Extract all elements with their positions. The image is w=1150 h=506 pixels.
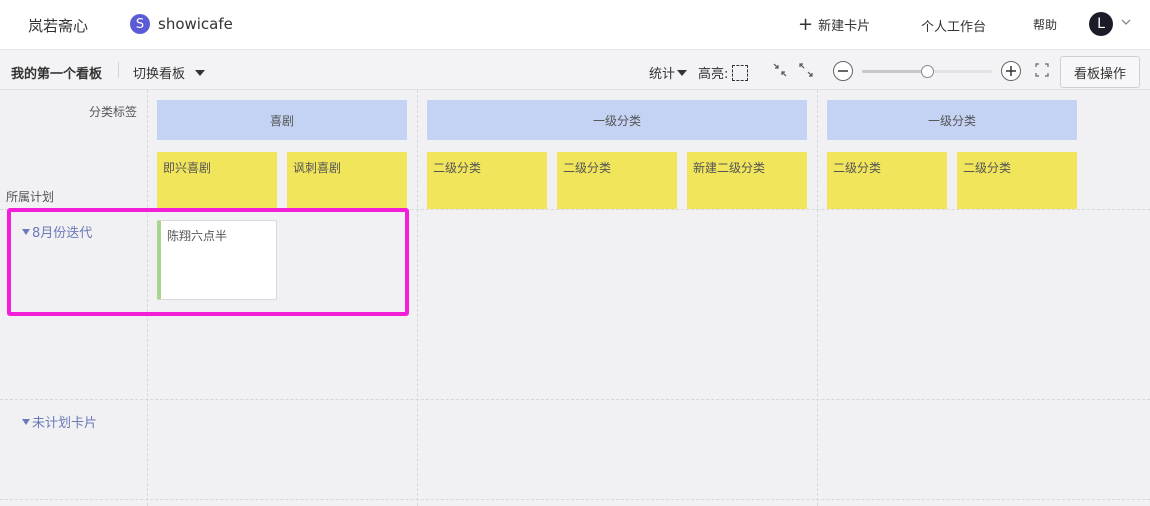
stats-label: 统计 xyxy=(649,67,676,82)
collapse-icon[interactable] xyxy=(773,63,787,77)
level2-category[interactable]: 二级分类 xyxy=(557,152,677,209)
zoom-slider-thumb[interactable] xyxy=(920,65,934,78)
highlight-annotation-box xyxy=(7,208,409,316)
caret-down-icon xyxy=(22,418,30,425)
switch-board-label: 切换看板 xyxy=(133,67,186,82)
level2-category[interactable]: 二级分类 xyxy=(427,152,547,209)
board-title: 我的第一个看板 xyxy=(11,67,103,82)
column-divider xyxy=(817,90,818,506)
level2-category[interactable]: 即兴喜剧 xyxy=(157,152,277,209)
zoom-in-button[interactable] xyxy=(1001,61,1021,81)
plus-icon: + xyxy=(798,13,814,35)
zoom-slider[interactable] xyxy=(862,65,992,78)
plan-header: 所属计划 xyxy=(6,190,55,204)
help-link[interactable]: 帮助 xyxy=(1033,16,1057,33)
team-switcher[interactable]: S showicafe xyxy=(130,14,233,34)
toolbar-divider xyxy=(118,62,119,78)
minus-icon xyxy=(838,70,848,72)
new-card-button[interactable]: + 新建卡片 xyxy=(798,15,870,34)
chevron-down-icon[interactable] xyxy=(1120,17,1132,27)
team-name: showicafe xyxy=(158,15,233,33)
level2-category[interactable]: 二级分类 xyxy=(827,152,947,209)
plus-icon xyxy=(1006,66,1016,76)
column-divider xyxy=(417,90,418,506)
category-header: 分类标签 xyxy=(89,105,138,119)
level2-category[interactable]: 新建二级分类 xyxy=(687,152,807,209)
new-card-label: 新建卡片 xyxy=(818,19,871,34)
highlight-select-icon[interactable] xyxy=(732,64,749,81)
row-divider xyxy=(0,499,1150,500)
unplanned-row-toggle[interactable]: 未计划卡片 xyxy=(22,412,97,431)
caret-down-icon xyxy=(195,69,206,76)
fullscreen-icon[interactable] xyxy=(1035,63,1049,77)
highlight-control[interactable]: 高亮: xyxy=(698,63,749,82)
zoom-slider-fill xyxy=(862,70,927,73)
avatar[interactable]: L xyxy=(1089,12,1113,36)
personal-workspace-link[interactable]: 个人工作台 xyxy=(921,16,986,35)
expand-icon[interactable] xyxy=(799,63,813,77)
board-actions-button[interactable]: 看板操作 xyxy=(1060,56,1140,88)
zoom-out-button[interactable] xyxy=(833,61,853,81)
highlight-label: 高亮: xyxy=(698,67,729,82)
row-divider xyxy=(0,399,1150,400)
level2-category[interactable]: 二级分类 xyxy=(957,152,1077,209)
level1-category[interactable]: 一级分类 xyxy=(427,100,807,140)
level2-category[interactable]: 讽刺喜剧 xyxy=(287,152,407,209)
kanban-board: 分类标签 所属计划 喜剧 一级分类 一级分类 即兴喜剧 讽刺喜剧 二级分类 二级… xyxy=(0,90,1150,506)
caret-down-icon xyxy=(677,69,688,76)
level1-category[interactable]: 一级分类 xyxy=(827,100,1077,140)
top-navigation-bar: 岚若斋心 S showicafe + 新建卡片 个人工作台 帮助 L xyxy=(0,0,1150,50)
stats-dropdown[interactable]: 统计 xyxy=(649,63,688,82)
unplanned-label: 未计划卡片 xyxy=(32,416,98,431)
level1-category[interactable]: 喜剧 xyxy=(157,100,407,140)
workspace-brand[interactable]: 岚若斋心 xyxy=(28,15,88,36)
switch-board-dropdown[interactable]: 切换看板 xyxy=(133,63,206,82)
team-logo-icon: S xyxy=(130,14,150,34)
